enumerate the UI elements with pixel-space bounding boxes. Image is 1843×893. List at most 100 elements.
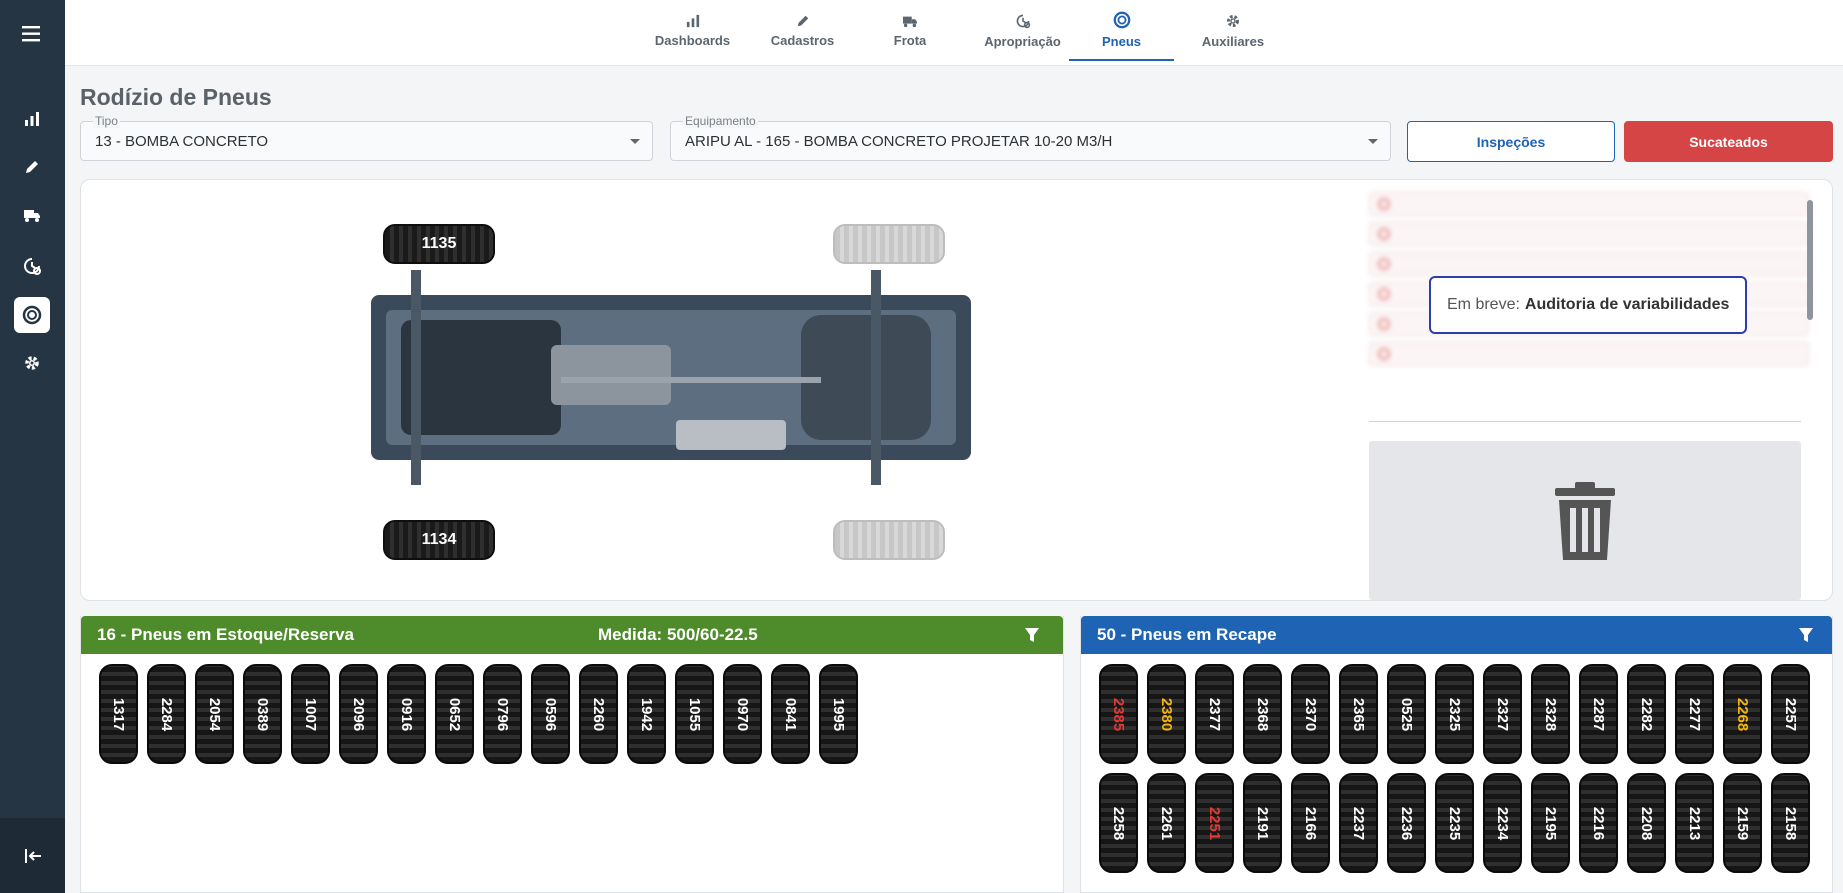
tire-number: 2159: [1734, 806, 1751, 840]
tire-item[interactable]: 2159: [1723, 773, 1762, 873]
tire-number: 1134: [421, 531, 457, 548]
tire-slot-rear-left[interactable]: [833, 224, 945, 264]
tab-pneus[interactable]: Pneus: [1069, 0, 1174, 61]
tire-item[interactable]: 2054: [195, 664, 234, 764]
tooltip-prefix: Em breve:: [1447, 296, 1520, 313]
tire-number: 2380: [1158, 697, 1175, 731]
tire-item[interactable]: 2166: [1291, 773, 1330, 873]
tire-number: 0525: [1398, 697, 1415, 731]
tire-number: 0652: [446, 697, 463, 731]
tire-item[interactable]: 2282: [1627, 664, 1666, 764]
tire-number: 2251: [1206, 806, 1223, 840]
tire-number: 0796: [494, 697, 511, 731]
tire-number: 2216: [1590, 806, 1607, 840]
tire-number: 2261: [1158, 806, 1175, 840]
tire-number: 2191: [1254, 806, 1271, 840]
history-gear-icon[interactable]: [14, 248, 50, 284]
tire-item[interactable]: 2268: [1723, 664, 1762, 764]
filter-icon[interactable]: [1798, 627, 1814, 648]
tire-item[interactable]: 2380: [1147, 664, 1186, 764]
tire-item[interactable]: 2216: [1579, 773, 1618, 873]
tire-front-left[interactable]: 1135: [383, 224, 495, 264]
inspecoes-button[interactable]: Inspeções: [1407, 121, 1615, 162]
tire-item[interactable]: 2377: [1195, 664, 1234, 764]
tab-frota[interactable]: Frota: [865, 0, 955, 62]
menu-icon[interactable]: [14, 16, 50, 52]
tire-item[interactable]: 2213: [1675, 773, 1714, 873]
audit-column: Em breve: Auditoria de variabilidades: [1369, 192, 1813, 600]
tire-number: 2377: [1206, 697, 1223, 731]
tire-item[interactable]: 2261: [1147, 773, 1186, 873]
tire-item[interactable]: 0796: [483, 664, 522, 764]
tire-item[interactable]: 1995: [819, 664, 858, 764]
tire-icon[interactable]: [14, 297, 50, 333]
tire-item[interactable]: 0596: [531, 664, 570, 764]
tire-item[interactable]: 2284: [147, 664, 186, 764]
tire-item[interactable]: 2328: [1531, 664, 1570, 764]
equipamento-select[interactable]: Equipamento ARIPU AL - 165 - BOMBA CONCR…: [670, 114, 1391, 161]
tire-item[interactable]: 2251: [1195, 773, 1234, 873]
tire-item[interactable]: 2277: [1675, 664, 1714, 764]
tire-item[interactable]: 2287: [1579, 664, 1618, 764]
tire-item[interactable]: 2195: [1531, 773, 1570, 873]
tire-number: 1055: [686, 697, 703, 731]
tab-label: Dashboards: [654, 33, 731, 48]
tire-item[interactable]: 2257: [1771, 664, 1810, 764]
tire-item[interactable]: 2365: [1339, 664, 1378, 764]
tire-item[interactable]: 2096: [339, 664, 378, 764]
trash-dropzone[interactable]: [1369, 441, 1801, 600]
pencil-icon[interactable]: [14, 149, 50, 185]
sidebar: [0, 0, 65, 893]
tire-number: 2368: [1254, 697, 1271, 731]
tire-item[interactable]: 2325: [1435, 664, 1474, 764]
logout-button[interactable]: [0, 818, 65, 893]
tire-item[interactable]: 2158: [1771, 773, 1810, 873]
tire-item[interactable]: 2327: [1483, 664, 1522, 764]
tire-item[interactable]: 1317: [99, 664, 138, 764]
tire-item[interactable]: 0970: [723, 664, 762, 764]
tire-item[interactable]: 2368: [1243, 664, 1282, 764]
tire-item[interactable]: 0841: [771, 664, 810, 764]
tire-item[interactable]: 0389: [243, 664, 282, 764]
tire-item[interactable]: 2191: [1243, 773, 1282, 873]
filter-icon[interactable]: [1024, 627, 1040, 648]
bar-chart-icon[interactable]: [14, 101, 50, 137]
scrollbar[interactable]: [1807, 200, 1813, 320]
tire-number: 2236: [1398, 806, 1415, 840]
tab-dashboards[interactable]: Dashboards: [645, 0, 740, 62]
tab-auxiliares[interactable]: Auxiliares: [1183, 0, 1283, 62]
tire-item[interactable]: 2385: [1099, 664, 1138, 764]
tire-number: 0596: [542, 697, 559, 731]
tire-item[interactable]: 2370: [1291, 664, 1330, 764]
stock-title: 16 - Pneus em Estoque/Reserva: [97, 625, 355, 644]
truck-icon[interactable]: [14, 197, 50, 233]
tab-cadastros[interactable]: Cadastros: [755, 0, 850, 62]
tire-item[interactable]: 2260: [579, 664, 618, 764]
tab-label: Apropriação: [984, 34, 1061, 49]
tire-number: 1007: [302, 697, 319, 731]
tire-number: 0916: [398, 697, 415, 731]
tire-item[interactable]: 0916: [387, 664, 426, 764]
list-item: [1369, 252, 1809, 276]
tire-number: 2325: [1446, 697, 1463, 731]
tire-number: 1995: [830, 697, 847, 731]
tire-slot-rear-right[interactable]: [833, 520, 945, 560]
sucateados-button[interactable]: Sucateados: [1624, 121, 1833, 162]
tire-item[interactable]: 2208: [1627, 773, 1666, 873]
tire-item[interactable]: 2258: [1099, 773, 1138, 873]
tire-item[interactable]: 0525: [1387, 664, 1426, 764]
tire-item[interactable]: 0652: [435, 664, 474, 764]
gear-icon[interactable]: [14, 345, 50, 381]
tire-front-right[interactable]: 1134: [383, 520, 495, 560]
tire-item[interactable]: 2236: [1387, 773, 1426, 873]
tire-item[interactable]: 1007: [291, 664, 330, 764]
tire-item[interactable]: 1942: [627, 664, 666, 764]
tipo-select[interactable]: Tipo 13 - BOMBA CONCRETO: [80, 114, 653, 161]
tire-number: 2327: [1494, 697, 1511, 731]
tire-item[interactable]: 2237: [1339, 773, 1378, 873]
tab-apropriacao[interactable]: Apropriação: [970, 0, 1075, 62]
tire-item[interactable]: 2235: [1435, 773, 1474, 873]
recape-title: 50 - Pneus em Recape: [1097, 625, 1277, 644]
tire-item[interactable]: 1055: [675, 664, 714, 764]
tire-item[interactable]: 2234: [1483, 773, 1522, 873]
